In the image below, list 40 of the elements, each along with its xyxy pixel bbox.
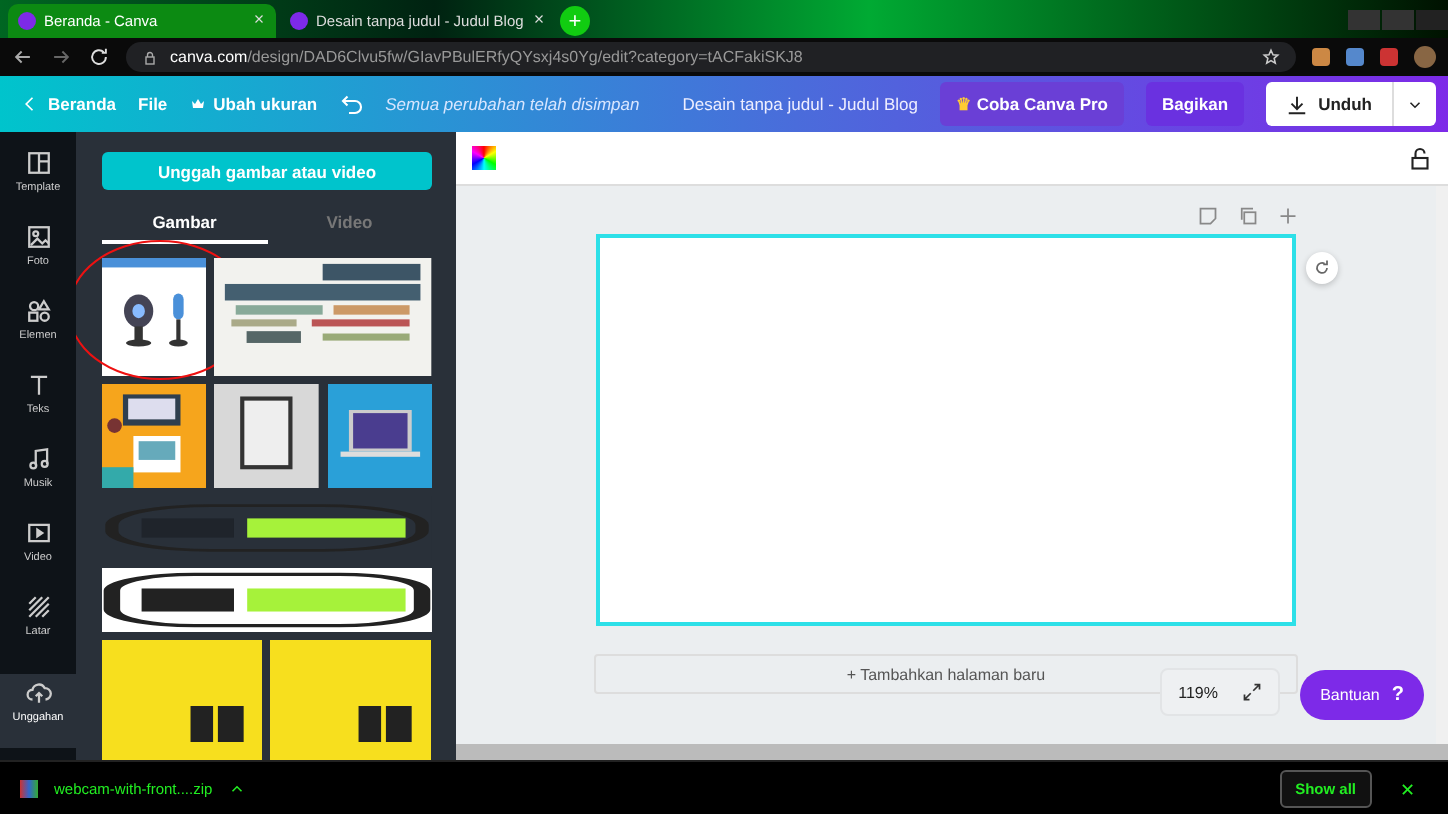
archive-icon xyxy=(20,780,38,798)
help-button[interactable]: Bantuan ? xyxy=(1300,670,1424,720)
template-icon xyxy=(25,150,51,176)
refresh-icon xyxy=(1312,258,1332,278)
url-text: canva.com/design/DAD6Clvu5fw/GIavPBulERfyQYsxj4s0Yg/edit?category=tACFakiSKJ8 xyxy=(170,48,803,66)
duplicate-icon xyxy=(1238,206,1258,226)
video-icon xyxy=(25,520,51,546)
vertical-scrollbar[interactable] xyxy=(1436,186,1448,744)
crown-icon xyxy=(189,96,206,112)
close-button[interactable]: ✕ xyxy=(1388,777,1428,801)
back-icon xyxy=(12,46,34,68)
address-bar[interactable]: canva.com/design/DAD6Clvu5fw/GIavPBulERfyQYsxj4s0Yg/edit?category=tACFakiSKJ8 xyxy=(126,42,1296,72)
color-picker[interactable] xyxy=(472,146,496,170)
horizontal-scrollbar[interactable] xyxy=(456,744,1448,760)
close-icon xyxy=(531,12,546,26)
music-icon xyxy=(25,446,51,472)
expand-icon xyxy=(1242,682,1262,702)
panel-tab[interactable]: Gambar xyxy=(102,204,267,244)
save-status: Semua perubahan telah disimpan xyxy=(385,94,640,114)
note-icon xyxy=(1198,206,1218,226)
canva-icon xyxy=(18,12,36,30)
photo-icon xyxy=(25,224,51,250)
reload-icon xyxy=(88,46,110,68)
forward-icon xyxy=(50,46,72,68)
close-icon xyxy=(252,12,266,26)
document-title[interactable]: Desain tanpa judul - Judul Blog xyxy=(682,94,918,114)
try-pro-button[interactable]: ♛ Coba Canva Pro xyxy=(939,82,1124,126)
add-icon xyxy=(1278,206,1298,226)
lock-icon xyxy=(1408,146,1432,170)
undo-icon xyxy=(339,92,364,116)
pattern-icon xyxy=(25,594,51,620)
shapes-icon xyxy=(25,298,51,324)
profile-avatar[interactable] xyxy=(1414,46,1436,68)
lock-icon xyxy=(142,49,158,65)
download-icon xyxy=(1286,93,1309,115)
star-icon xyxy=(1262,48,1280,66)
canva-icon xyxy=(290,12,308,30)
share-button[interactable]: Bagikan xyxy=(1146,82,1245,126)
text-icon xyxy=(25,372,51,398)
cloud-upload-icon xyxy=(25,680,51,706)
